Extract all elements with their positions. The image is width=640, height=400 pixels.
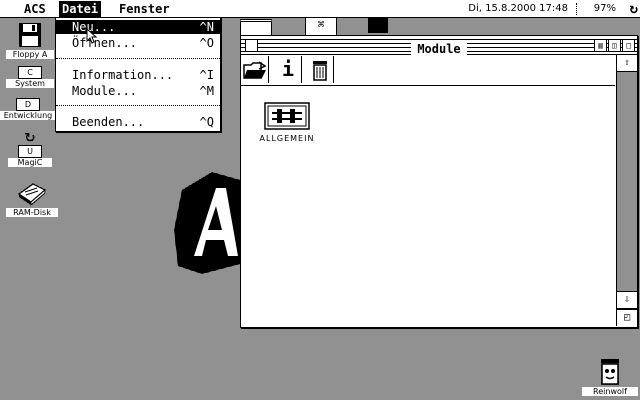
drive-d-icon: D xyxy=(16,98,40,111)
mouse-pointer-icon xyxy=(86,28,98,44)
menu-item-module[interactable]: Module... ^M xyxy=(56,84,220,98)
module-item-allgemein[interactable]: ALLGEMEIN xyxy=(259,102,315,143)
desktop-icon-label: System xyxy=(6,79,54,88)
desktop-icon-partial-3[interactable] xyxy=(368,17,388,33)
drive-c-icon: C xyxy=(18,66,42,79)
magic-refresh-icon: ↻ xyxy=(24,131,36,146)
menu-item-information[interactable]: Information... ^I xyxy=(56,68,220,82)
module-item-label: ALLGEMEIN xyxy=(259,134,315,143)
menu-divider xyxy=(56,58,220,59)
desktop-icon-label: Floppy A xyxy=(6,50,54,59)
desktop-icon-label: Entwicklung xyxy=(0,111,56,120)
scroll-up-icon[interactable]: ⇧ xyxy=(617,54,637,72)
menu-acs[interactable]: ACS xyxy=(21,1,49,17)
sliders-icon xyxy=(264,102,310,130)
menu-item-neu[interactable]: Neu... ^N xyxy=(56,20,220,34)
resize-icon[interactable]: ◰ xyxy=(617,309,637,326)
window-title: Module xyxy=(411,42,467,56)
info-icon[interactable]: i xyxy=(275,56,302,83)
menubar-divider xyxy=(576,3,578,15)
desktop-icon-label: Reinwolf xyxy=(582,387,638,396)
clock: Di, 15.8.2000 17:48 xyxy=(468,3,568,14)
menu-item-beenden[interactable]: Beenden... ^Q xyxy=(56,115,220,129)
desktop-icon-label: MagiC xyxy=(8,158,52,167)
floppy-icon xyxy=(19,23,41,47)
module-window: Module ▥ ◫ □ i ALLGEMEIN ⇧ ⇩ ◰ xyxy=(240,35,638,328)
backdrop-icon[interactable]: ◫ xyxy=(608,39,621,52)
desktop-icon-trash[interactable]: Reinwolf xyxy=(582,357,638,396)
iconify-icon[interactable]: ▥ xyxy=(594,39,607,52)
desktop-icon-floppy[interactable]: Floppy A xyxy=(6,22,54,59)
datei-menu: Neu... ^N Öffnen... ^O Information... ^I… xyxy=(55,17,221,132)
scroll-down-icon[interactable]: ⇩ xyxy=(617,291,637,309)
window-toolbar: i xyxy=(241,55,615,86)
menu-datei[interactable]: Datei xyxy=(59,1,102,17)
ram-disk-icon xyxy=(17,183,47,207)
window-title-bar[interactable]: Module ▥ ◫ □ xyxy=(241,36,637,56)
desktop-icon-label: RAM-Disk xyxy=(6,208,58,217)
menu-fenster[interactable]: Fenster xyxy=(116,1,173,17)
menu-bar: ACS Datei Fenster Di, 15.8.2000 17:48 97… xyxy=(0,0,640,18)
window-content: ALLGEMEIN xyxy=(241,86,615,326)
menu-item-oeffnen[interactable]: Öffnen... ^O xyxy=(56,36,220,50)
drive-u-icon: U xyxy=(18,145,42,158)
menu-divider xyxy=(56,105,220,106)
vertical-scrollbar[interactable]: ⇧ ⇩ ◰ xyxy=(616,54,637,326)
sync-icon[interactable]: ↻ xyxy=(630,0,638,18)
battery-level: 97% xyxy=(593,3,616,14)
desktop-icon-partial-2[interactable]: ⌘ xyxy=(305,17,337,37)
background-logo xyxy=(174,172,240,274)
trash-icon xyxy=(601,359,619,385)
trash-icon[interactable] xyxy=(307,56,334,83)
open-folder-icon[interactable] xyxy=(242,56,269,83)
desktop-icon-magic[interactable]: ↻ U MagiC xyxy=(8,132,52,167)
desktop-icon-ram-disk[interactable]: RAM-Disk xyxy=(6,180,58,217)
desktop-icon-entwicklung[interactable]: D Entwicklung xyxy=(0,98,56,120)
fullsize-icon[interactable]: □ xyxy=(622,39,635,52)
desktop-icon-system[interactable]: C System xyxy=(6,66,54,88)
